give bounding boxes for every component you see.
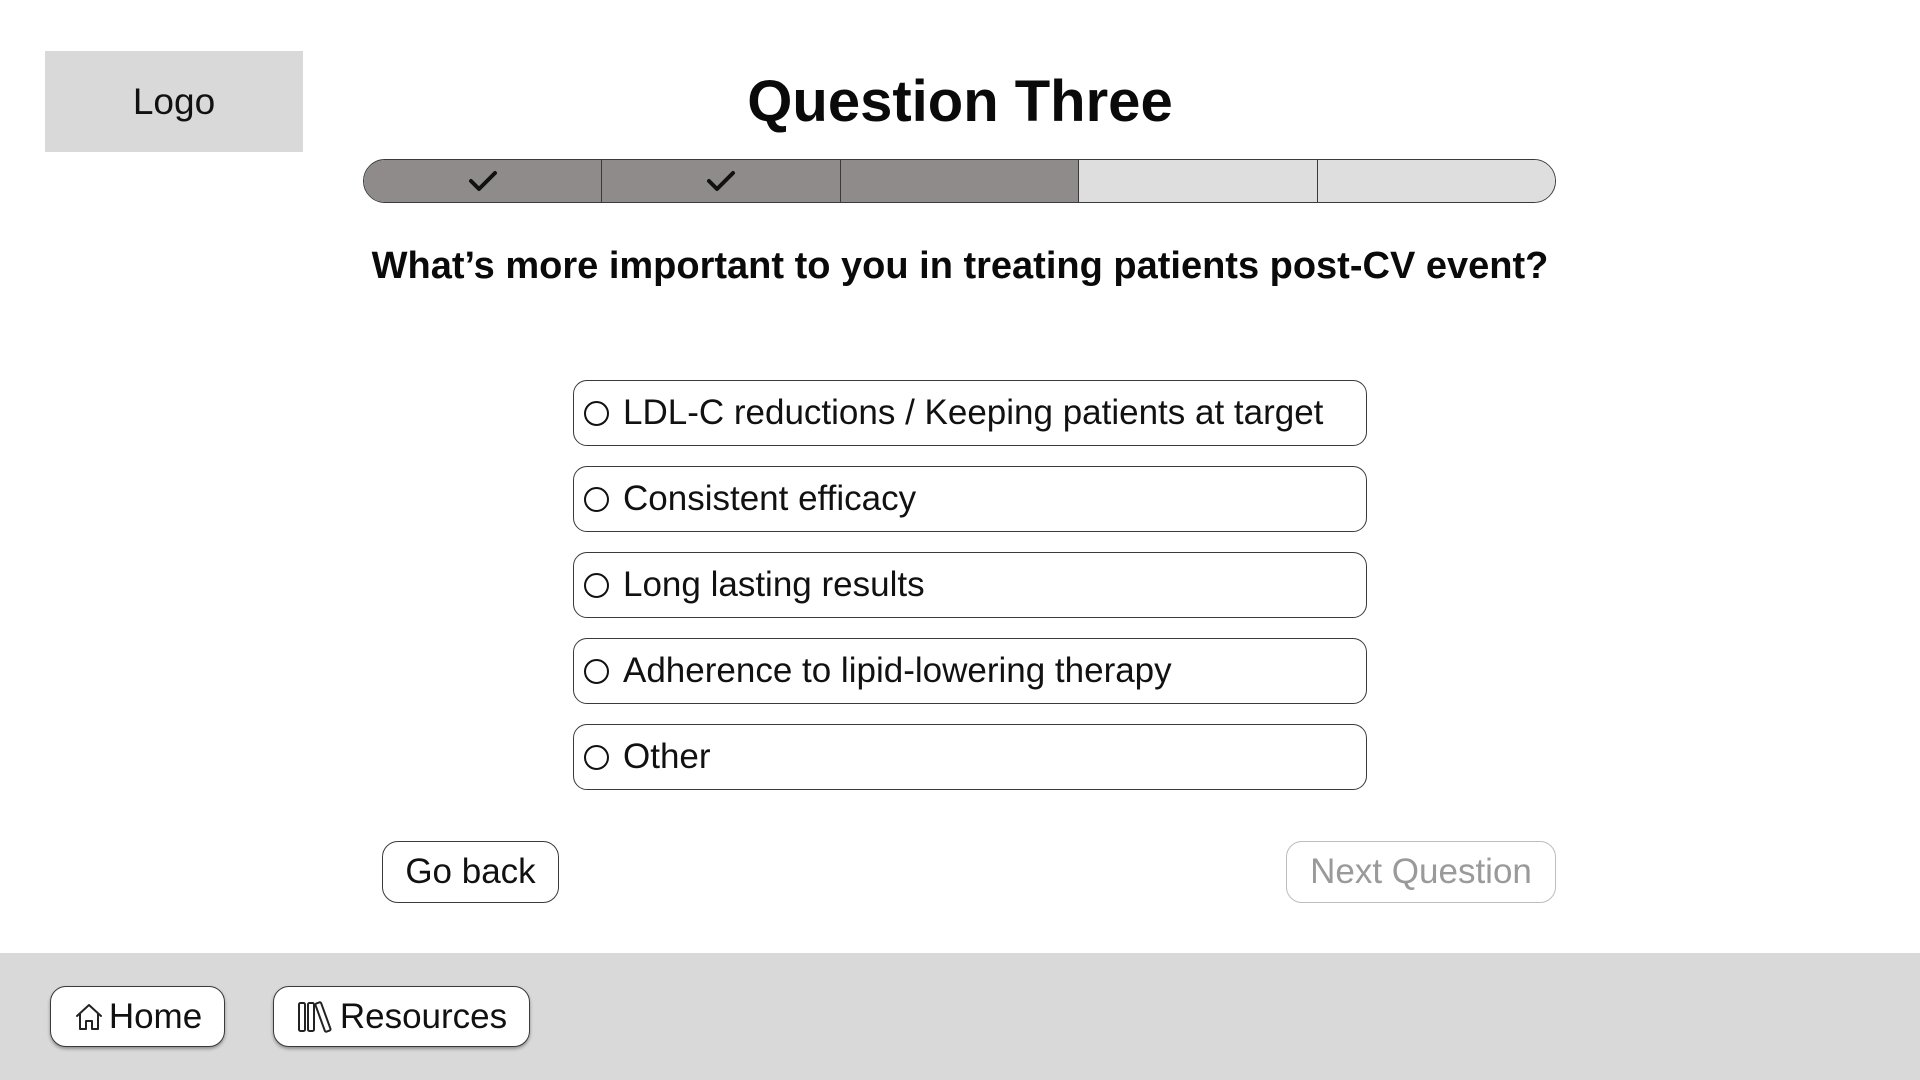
radio-button[interactable] [584,400,609,426]
progress-step-5 [1317,160,1555,202]
option-label: Adherence to lipid-lowering therapy [623,651,1172,690]
radio-button[interactable] [584,486,609,512]
resources-button[interactable]: Resources [273,986,530,1047]
survey-page: Logo Question Three What’s more importan… [0,0,1920,1080]
option-label: Long lasting results [623,565,925,604]
progress-bar [363,159,1556,203]
next-question-button[interactable]: Next Question [1286,841,1556,903]
radio-button[interactable] [584,572,609,598]
radio-button[interactable] [584,658,609,684]
footer-bar: Home Resources [0,953,1920,1080]
progress-step-3 [840,160,1080,202]
progress-step-2 [602,160,841,202]
progress-step-1 [364,160,603,202]
option-label: LDL-C reductions / Keeping patients at t… [623,393,1324,432]
option-other[interactable]: Other [573,724,1367,790]
answer-options: LDL-C reductions / Keeping patients at t… [573,380,1367,810]
home-icon [73,1001,105,1033]
home-label: Home [108,996,203,1036]
option-label: Other [623,737,711,776]
resources-label: Resources [339,996,508,1036]
option-label: Consistent efficacy [623,479,917,518]
option-long-lasting-results[interactable]: Long lasting results [573,552,1367,618]
option-adherence[interactable]: Adherence to lipid-lowering therapy [573,638,1367,704]
library-books-icon [296,1000,336,1034]
check-icon [706,170,736,192]
option-consistent-efficacy[interactable]: Consistent efficacy [573,466,1367,532]
question-text: What’s more important to you in treating… [371,245,1549,287]
home-button[interactable]: Home [50,986,225,1047]
go-back-button[interactable]: Go back [382,841,559,903]
radio-button[interactable] [584,744,609,770]
page-title: Question Three [747,69,1173,134]
option-ldl-c-reductions[interactable]: LDL-C reductions / Keeping patients at t… [573,380,1367,446]
progress-step-4 [1079,160,1318,202]
check-icon [468,170,498,192]
